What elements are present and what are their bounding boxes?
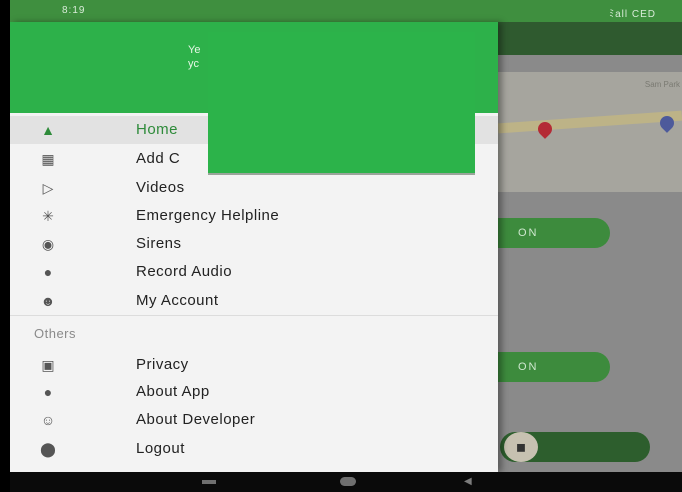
menu-item-label: About App bbox=[136, 383, 210, 400]
drawer-header-text: Ye yc bbox=[188, 43, 200, 71]
video-icon: ▷ bbox=[42, 180, 54, 196]
header-line-1: Ye bbox=[188, 44, 201, 56]
background-toggle-button[interactable]: ON bbox=[480, 352, 610, 382]
siren-icon: ◉ bbox=[41, 236, 55, 252]
back-icon[interactable]: ◀ bbox=[464, 477, 472, 487]
navigation-drawer: Ye yc ▲ Home ▦ Add C ▷ Videos ✳ Emergenc… bbox=[10, 22, 498, 472]
section-title-others: Others bbox=[34, 326, 77, 341]
menu-item-logout[interactable]: ⬤ Logout bbox=[10, 435, 498, 463]
logout-icon: ⬤ bbox=[40, 441, 56, 457]
menu-item-sirens[interactable]: ◉ Sirens bbox=[10, 230, 498, 258]
lock-icon: ▣ bbox=[41, 357, 55, 373]
menu-item-videos[interactable]: ▷ Videos bbox=[10, 174, 498, 202]
status-indicators: ﾐall CED bbox=[609, 9, 656, 20]
menu-item-label: Sirens bbox=[136, 235, 182, 252]
menu-divider bbox=[10, 315, 498, 316]
menu-item-emergency-helpline[interactable]: ✳ Emergency Helpline bbox=[10, 202, 498, 230]
speaker-icon[interactable]: ◼ bbox=[504, 432, 538, 462]
map-view[interactable] bbox=[498, 72, 682, 192]
home-button-icon[interactable] bbox=[340, 477, 356, 486]
app-screen: 8:19 ﾐall CED Sam Park ON ON ◼ Ye yc ▲ H… bbox=[10, 0, 682, 492]
menu-item-privacy[interactable]: ▣ Privacy bbox=[10, 351, 498, 379]
menu-item-label: About Developer bbox=[136, 411, 256, 428]
status-bar: 8:19 ﾐall CED bbox=[10, 0, 682, 22]
account-icon: ☻ bbox=[40, 293, 56, 309]
menu-item-label: My Account bbox=[136, 292, 219, 309]
menu-item-label: Record Audio bbox=[136, 263, 233, 280]
menu-item-label: Home bbox=[136, 121, 179, 138]
menu-item-label: Logout bbox=[136, 440, 185, 457]
redaction-overlay bbox=[208, 32, 475, 175]
contacts-icon: ▦ bbox=[41, 151, 55, 167]
developer-icon: ☺ bbox=[40, 412, 56, 428]
system-navigation-bar: ◀ bbox=[10, 472, 682, 492]
menu-item-record-audio[interactable]: ● Record Audio bbox=[10, 258, 498, 286]
menu-item-about-developer[interactable]: ☺ About Developer bbox=[10, 406, 498, 434]
map-place-label: Sam Park bbox=[644, 80, 680, 89]
info-icon: ● bbox=[43, 384, 53, 400]
status-time: 8:19 bbox=[62, 5, 86, 16]
background-toggle-button[interactable]: ON bbox=[480, 218, 610, 248]
menu-item-about-app[interactable]: ● About App bbox=[10, 378, 498, 406]
home-icon: ▲ bbox=[41, 122, 55, 138]
header-line-2: yc bbox=[188, 58, 199, 70]
menu-item-my-account[interactable]: ☻ My Account bbox=[10, 287, 498, 315]
recents-icon[interactable] bbox=[202, 480, 216, 484]
menu-item-label: Videos bbox=[136, 179, 185, 196]
menu-item-label: Emergency Helpline bbox=[136, 207, 280, 224]
microphone-icon: ● bbox=[43, 264, 53, 280]
menu-item-label: Add C bbox=[136, 150, 181, 167]
menu-item-label: Privacy bbox=[136, 356, 189, 373]
helpline-icon: ✳ bbox=[42, 208, 54, 224]
